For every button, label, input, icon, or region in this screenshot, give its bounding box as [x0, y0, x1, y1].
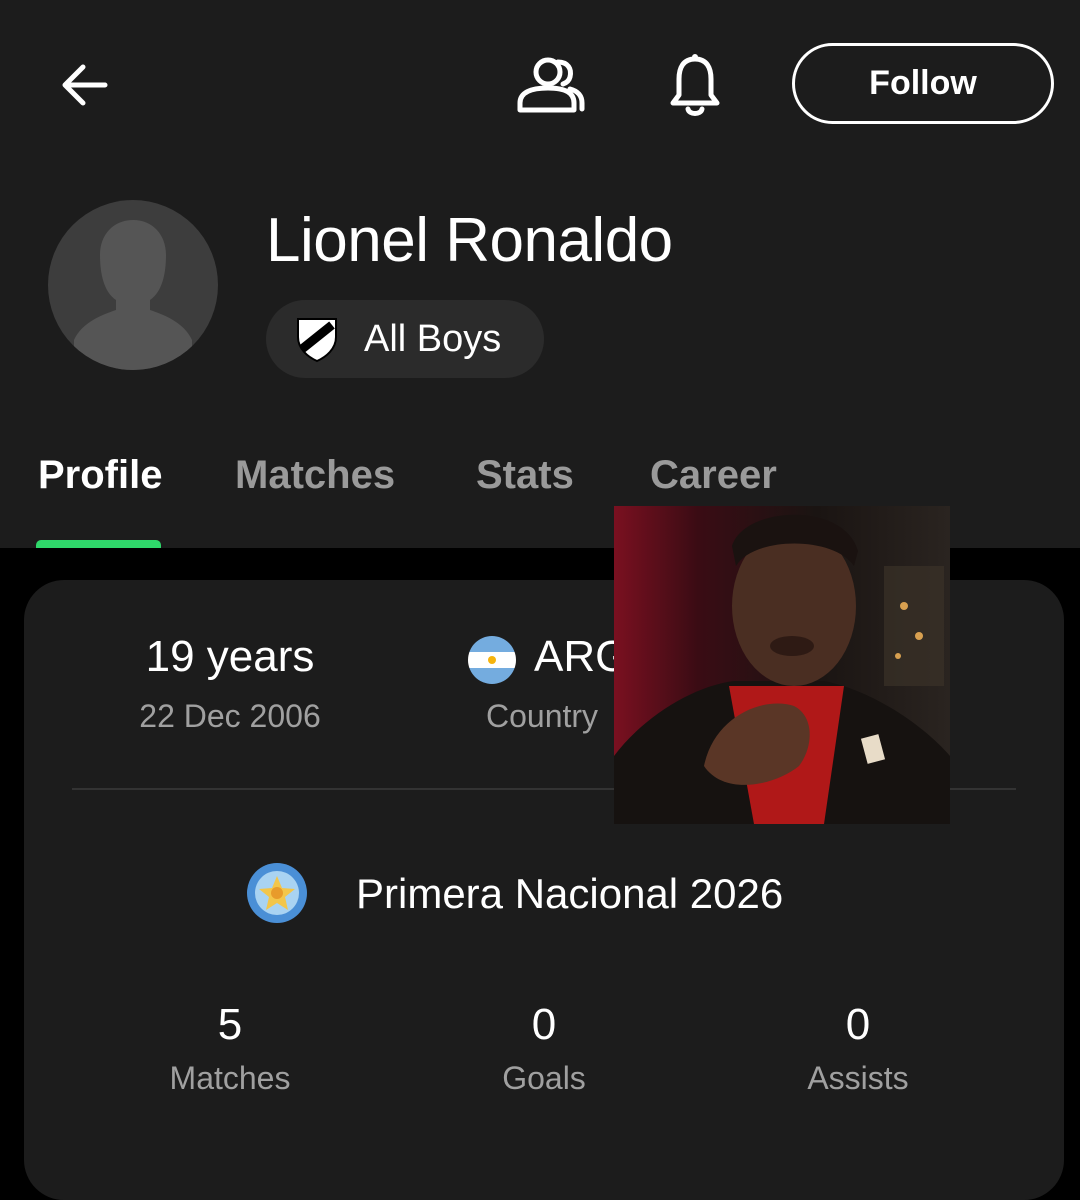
bell-icon — [670, 54, 720, 116]
active-tab-indicator — [36, 540, 161, 548]
league-logo-icon[interactable] — [246, 862, 308, 924]
stat-value: 0 — [845, 1000, 871, 1049]
follow-button[interactable]: Follow — [792, 43, 1054, 124]
stat-matches: 5 Matches — [100, 1000, 360, 1097]
team-name: All Boys — [364, 317, 502, 360]
stat-label: Matches — [169, 1060, 291, 1096]
people-icon — [517, 57, 585, 113]
stat-label: Goals — [502, 1060, 586, 1096]
argentina-flag-icon — [468, 636, 516, 684]
back-button[interactable] — [50, 50, 120, 120]
league-name[interactable]: Primera Nacional 2026 — [356, 870, 783, 918]
tab-profile[interactable]: Profile — [38, 453, 162, 498]
profile-header: Follow Lionel Ronaldo All Boys Profile M… — [0, 0, 1080, 548]
avatar — [48, 200, 218, 370]
tab-career[interactable]: Career — [650, 453, 777, 498]
notifications-button[interactable] — [664, 50, 726, 122]
people-button[interactable] — [512, 52, 588, 118]
country-label: Country — [486, 698, 599, 734]
overlay-reaction-photo — [614, 506, 950, 824]
stat-value: 5 — [217, 1000, 243, 1049]
stat-value: 0 — [531, 1000, 557, 1049]
player-name: Lionel Ronaldo — [266, 206, 673, 275]
person-silhouette-icon — [74, 220, 192, 370]
age-value: 19 years — [145, 632, 315, 681]
arrow-left-icon — [62, 64, 108, 106]
tab-stats[interactable]: Stats — [476, 453, 574, 498]
stat-label: Assists — [807, 1060, 909, 1096]
stat-assists: 0 Assists — [728, 1000, 988, 1097]
birth-date: 22 Dec 2006 — [139, 698, 321, 734]
team-chip[interactable]: All Boys — [266, 300, 544, 378]
stat-goals: 0 Goals — [414, 1000, 674, 1097]
club-crest-icon — [297, 318, 337, 363]
tab-matches[interactable]: Matches — [235, 453, 395, 498]
